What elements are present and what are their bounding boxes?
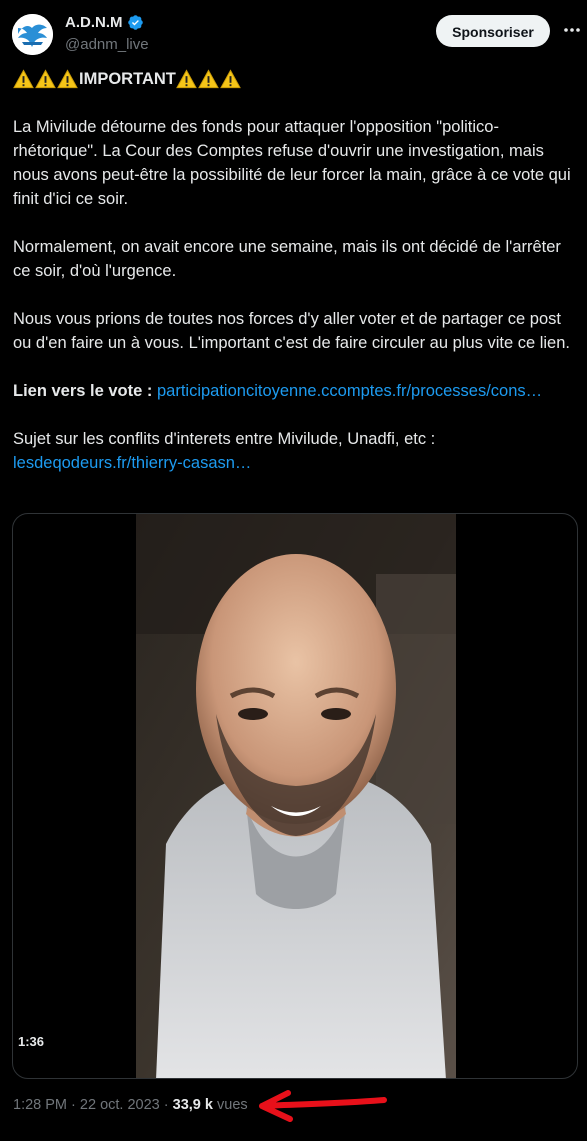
video-duration: 1:36	[18, 1034, 45, 1049]
meta-separator: ·	[163, 1097, 169, 1113]
tweet-time[interactable]: 1:28 PM	[13, 1097, 67, 1113]
video-frame-image	[136, 514, 456, 1078]
views-count: 33,9 k	[172, 1097, 213, 1113]
verified-badge-icon	[127, 15, 143, 30]
warning-sign-icon	[57, 69, 78, 89]
author-handle[interactable]: @adnm_live	[65, 36, 149, 53]
warning-sign-icon	[176, 69, 197, 89]
tweet-meta: 1:28 PM · 22 oct. 2023 · 33,9 k vues	[13, 1097, 248, 1113]
display-name[interactable]: A.D.N.M	[65, 14, 123, 31]
video-player[interactable]	[12, 513, 578, 1079]
warning-sign-icon	[198, 69, 219, 89]
warning-sign-icon	[220, 69, 241, 89]
sponsor-button[interactable]: Sponsoriser	[436, 15, 550, 47]
warning-sign-icon	[13, 69, 34, 89]
tweet-paragraph-2: Normalement, on avait encore une semaine…	[13, 238, 561, 280]
subject-link-line: Sujet sur les conflits d'interets entre …	[13, 427, 578, 475]
subject-link[interactable]: lesdeqodeurs.fr/thierry-casasn…	[13, 454, 251, 472]
eagle-logo-icon	[12, 14, 53, 55]
tweet-date[interactable]: 22 oct. 2023	[80, 1097, 160, 1113]
subject-link-label: Sujet sur les conflits d'interets entre …	[13, 430, 436, 448]
video-thumbnail[interactable]	[136, 514, 456, 1078]
red-arrow-annotation-icon	[259, 1090, 387, 1122]
headline-text: IMPORTANT	[79, 70, 176, 88]
views-label: vues	[217, 1097, 248, 1113]
avatar[interactable]	[12, 14, 53, 55]
tweet-paragraph-1: La Mivilude détourne des fonds pour atta…	[13, 118, 571, 208]
tweet-text: IMPORTANT La Mivilude détourne des fonds…	[13, 67, 578, 475]
vote-link[interactable]: participationcitoyenne.ccomptes.fr/proce…	[157, 382, 542, 400]
author-name-row[interactable]: A.D.N.M	[65, 14, 144, 31]
tweet: A.D.N.M @adnm_live Sponsoriser IMPORTANT…	[0, 0, 587, 1141]
vote-link-line: Lien vers le vote : participationcitoyen…	[13, 379, 578, 403]
vote-link-label: Lien vers le vote :	[13, 382, 153, 400]
more-horizontal-icon[interactable]	[562, 20, 582, 40]
meta-separator: ·	[71, 1097, 76, 1113]
tweet-headline: IMPORTANT	[13, 67, 578, 91]
warning-sign-icon	[35, 69, 56, 89]
tweet-paragraph-3: Nous vous prions de toutes nos forces d'…	[13, 310, 570, 352]
